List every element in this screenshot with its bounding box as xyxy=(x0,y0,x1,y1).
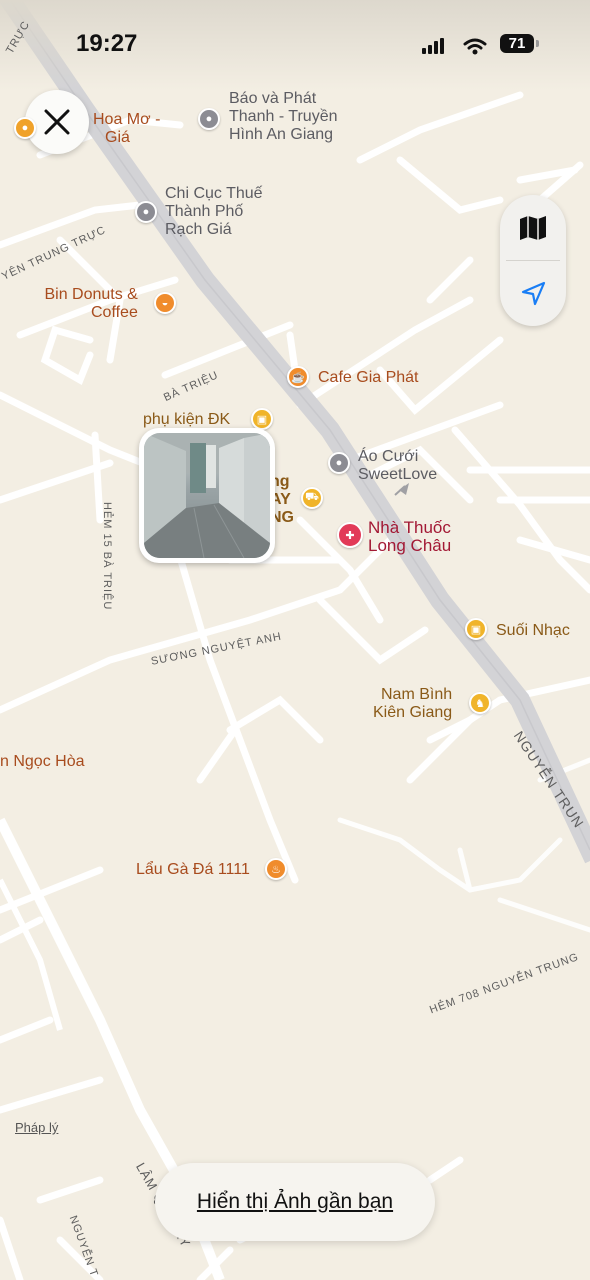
shopping-cart-icon[interactable]: ⛟ xyxy=(301,487,323,509)
status-time: 19:27 xyxy=(76,30,138,57)
poi-bao-va-phat-thanh-label[interactable]: Báo và Phát Thanh - Truyền Hình An Giang xyxy=(229,90,338,144)
map-icon xyxy=(520,215,546,240)
restaurant-icon[interactable]: ♨ xyxy=(265,858,287,880)
poi-lau-ga-label[interactable]: Lẩu Gà Đá 1111 xyxy=(136,861,250,879)
hallway-photo xyxy=(144,433,270,558)
pharmacy-icon[interactable]: ✚ xyxy=(337,522,363,548)
poi-chi-cuc-thue-label[interactable]: Chi Cục Thuế Thành Phố Rạch Giá xyxy=(165,185,263,239)
poi-chi-cuc-thue-icon[interactable]: ● xyxy=(135,201,157,223)
poi-suoi-nhac-icon[interactable]: ▣ xyxy=(465,618,487,640)
wifi-icon xyxy=(463,38,487,55)
poi-hoa-mo-icon[interactable]: ● xyxy=(14,117,36,139)
poi-phu-kien-dk-label[interactable]: phụ kiện ĐK xyxy=(143,411,230,429)
battery-icon: 71 xyxy=(500,34,539,53)
poi-ngoc-hoa-label[interactable]: n Ngọc Hòa xyxy=(0,753,85,771)
poi-broadcast-icon[interactable]: ● xyxy=(198,108,220,130)
photo-thumbnail[interactable] xyxy=(139,428,275,563)
poi-cafe-gia-phat-label[interactable]: Cafe Gia Phát xyxy=(318,369,419,387)
poi-cafe-gia-phat-icon[interactable]: ☕ xyxy=(287,366,309,388)
poi-bin-donuts-icon[interactable]: ◒ xyxy=(154,292,176,314)
poi-ao-cuoi-label[interactable]: Áo Cưới SweetLove xyxy=(358,448,437,484)
close-icon xyxy=(44,109,70,135)
poi-nha-thuoc-label[interactable]: Nhà Thuốc Long Châu xyxy=(368,519,451,555)
poi-suoi-nhac-label[interactable]: Suối Nhạc xyxy=(496,622,570,640)
legal-link[interactable]: Pháp lý xyxy=(15,1120,58,1135)
location-arrow-icon xyxy=(521,281,546,305)
scooter-icon[interactable]: ♞ xyxy=(469,692,491,714)
map-controls xyxy=(500,195,566,326)
poi-bin-donuts-label[interactable]: Bin Donuts & Coffee xyxy=(38,286,137,322)
street-hem-15-ba-trieu: HẺM 15 BÀ TRIỆU xyxy=(101,502,113,611)
poi-phu-kien-dk-icon[interactable]: ▣ xyxy=(251,408,273,430)
poi-nam-binh-label[interactable]: Nam Bình Kiên Giang xyxy=(372,686,452,722)
map-canvas[interactable] xyxy=(0,0,590,1280)
map-mode-button[interactable] xyxy=(500,195,566,260)
show-nearby-photos-button[interactable]: Hiển thị Ảnh gần bạn xyxy=(155,1163,435,1241)
current-location-button[interactable] xyxy=(500,261,566,326)
poi-hoa-mo-label[interactable]: Hoa Mơ - Giá xyxy=(93,111,160,147)
poi-ao-cuoi-icon[interactable]: ● xyxy=(328,452,350,474)
cellular-signal-icon xyxy=(422,38,444,54)
